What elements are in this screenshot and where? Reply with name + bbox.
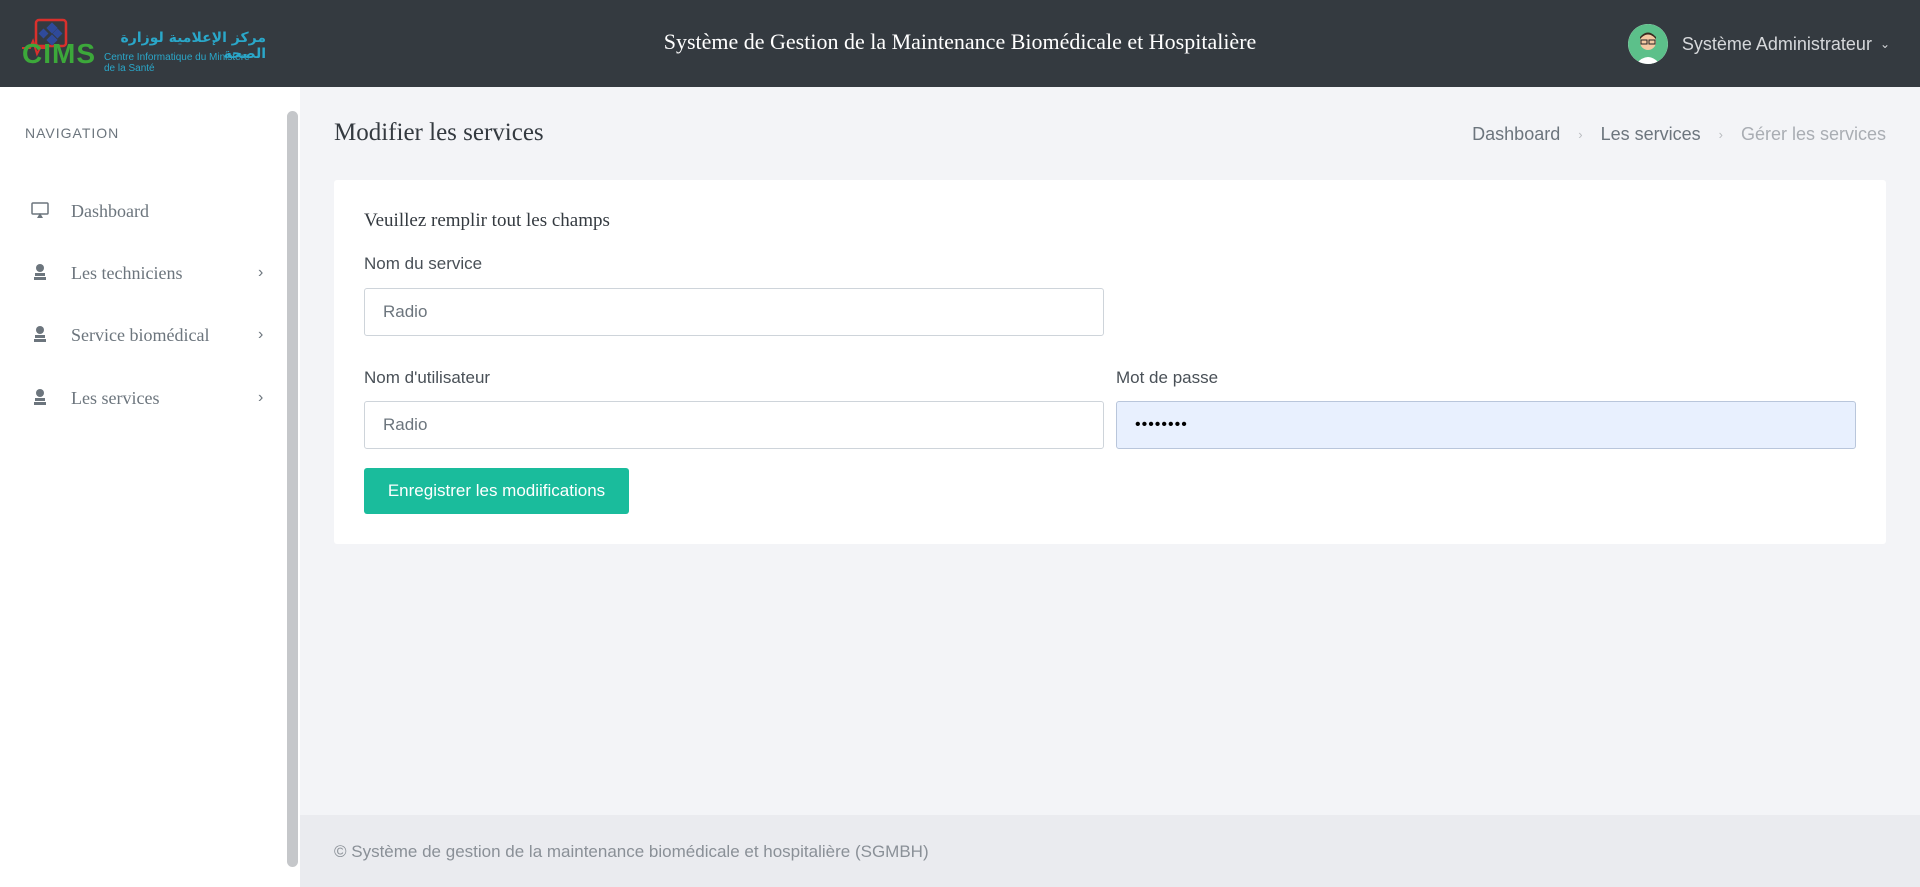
breadcrumb-current: Gérer les services: [1740, 124, 1886, 144]
top-header: CIMS مركز الإعلامية لوزارة الصحة Centre …: [0, 0, 1920, 87]
chevron-right-icon: ›: [1718, 127, 1723, 142]
sidebar: NAVIGATION Dashboard Les techniciens › S…: [0, 87, 300, 887]
user-name[interactable]: Système Administrateur: [1682, 34, 1872, 55]
cims-logo[interactable]: CIMS مركز الإعلامية لوزارة الصحة Centre …: [20, 16, 266, 74]
user-icon: [30, 387, 52, 409]
footer: © Système de gestion de la maintenance b…: [300, 815, 1920, 887]
sidebar-item-label: Dashboard: [71, 200, 149, 221]
service-name-input[interactable]: [364, 288, 1104, 336]
logo-french-text: Centre Informatique du Ministère de la S…: [104, 52, 250, 74]
footer-copyright: © Système de gestion de la maintenance b…: [334, 842, 929, 861]
breadcrumb-services[interactable]: Les services: [1601, 124, 1701, 145]
monitor-icon: [30, 200, 52, 222]
chevron-right-icon: ›: [1578, 127, 1583, 142]
user-avatar-icon: [1627, 24, 1668, 64]
sidebar-item-techniciens[interactable]: Les techniciens ›: [0, 251, 285, 295]
edit-service-form: Veuillez remplir tout les champs Nom du …: [334, 180, 1886, 544]
user-icon: [30, 324, 52, 346]
form-instructions: Veuillez remplir tout les champs: [364, 210, 610, 231]
logo-acronym: CIMS: [22, 38, 96, 69]
chevron-right-icon: ›: [258, 389, 264, 406]
password-label: Mot de passe: [1116, 368, 1219, 387]
sidebar-item-service-biomedical[interactable]: Service biomédical ›: [0, 313, 285, 357]
chevron-right-icon: ›: [258, 264, 264, 281]
username-input[interactable]: [364, 401, 1104, 449]
page-title: Modifier les services: [334, 119, 544, 146]
password-input[interactable]: [1116, 401, 1856, 449]
user-menu[interactable]: Système Administrateur ⌄: [1627, 24, 1890, 64]
breadcrumb: Dashboard › Les services › Gérer les ser…: [1472, 124, 1886, 145]
breadcrumb-dashboard[interactable]: Dashboard: [1472, 124, 1560, 145]
sidebar-item-label: Service biomédical: [71, 324, 210, 345]
save-changes-button[interactable]: Enregistrer les modiifications: [364, 468, 629, 514]
avatar[interactable]: [1627, 24, 1668, 64]
chevron-right-icon: ›: [258, 326, 264, 343]
username-label: Nom d'utilisateur: [364, 368, 491, 387]
chevron-down-icon[interactable]: ⌄: [1880, 37, 1890, 51]
sidebar-item-label: Les services: [71, 387, 160, 408]
nav-section-title: NAVIGATION: [25, 125, 120, 141]
user-icon: [30, 262, 52, 284]
sidebar-item-services[interactable]: Les services ›: [0, 376, 285, 420]
sidebar-item-label: Les techniciens: [71, 262, 183, 283]
service-name-label: Nom du service: [364, 254, 483, 273]
sidebar-item-dashboard[interactable]: Dashboard: [0, 189, 285, 233]
sidebar-scrollbar[interactable]: [287, 111, 298, 867]
